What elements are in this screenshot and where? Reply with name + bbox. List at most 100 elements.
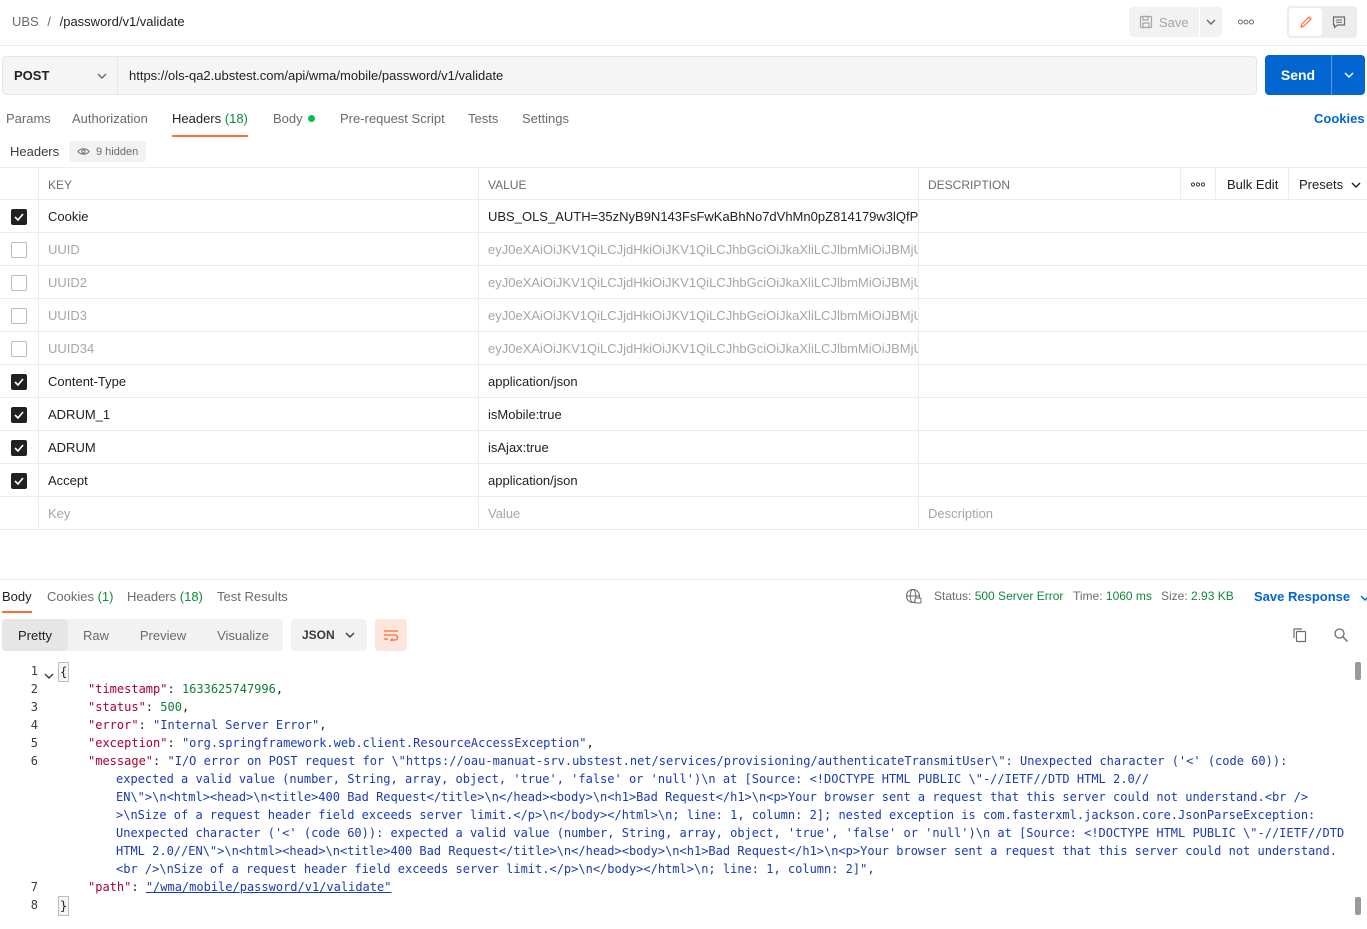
header-description-cell[interactable] bbox=[919, 299, 1367, 332]
save-dropdown-button[interactable] bbox=[1200, 7, 1222, 37]
response-tab-cookies[interactable]: Cookies (1) bbox=[47, 589, 113, 604]
header-value-cell[interactable]: eyJ0eXAiOiJKV1QiLCJjdHkiOiJKV1QiLCJhbGci… bbox=[479, 233, 919, 266]
json-key: "path" bbox=[88, 880, 132, 894]
header-value-cell[interactable]: isMobile:true bbox=[479, 398, 919, 431]
edit-mode-button[interactable] bbox=[1289, 8, 1322, 36]
bulk-edit-button[interactable]: Bulk Edit bbox=[1216, 168, 1289, 201]
header-enabled-checkbox[interactable] bbox=[11, 307, 27, 324]
header-enabled-checkbox[interactable] bbox=[11, 208, 27, 225]
send-button[interactable]: Send bbox=[1265, 55, 1331, 95]
header-enabled-checkbox[interactable] bbox=[11, 241, 27, 258]
header-key-cell[interactable]: Accept bbox=[39, 464, 479, 497]
view-mode-toggle bbox=[1287, 6, 1357, 38]
json-line-exception: "exception": "org.springframework.web.cl… bbox=[88, 736, 594, 750]
response-tab-headers[interactable]: Headers (18) bbox=[127, 589, 203, 604]
network-globe-icon[interactable] bbox=[905, 588, 922, 608]
header-key-cell[interactable]: ADRUM_1 bbox=[39, 398, 479, 431]
header-enabled-checkbox[interactable] bbox=[11, 406, 27, 423]
tab-tests[interactable]: Tests bbox=[468, 111, 498, 137]
header-enabled-checkbox[interactable] bbox=[11, 340, 27, 357]
header-key-cell[interactable]: UUID3 bbox=[39, 299, 479, 332]
header-description-cell[interactable] bbox=[919, 266, 1367, 299]
chevron-down-icon bbox=[1360, 595, 1367, 601]
url-input[interactable]: https://ols-qa2.ubstest.com/api/wma/mobi… bbox=[118, 56, 1257, 95]
header-description-cell[interactable] bbox=[919, 398, 1367, 431]
breadcrumb-workspace[interactable]: UBS bbox=[12, 14, 39, 29]
header-description-cell[interactable] bbox=[919, 233, 1367, 266]
view-visualize[interactable]: Visualize bbox=[206, 619, 280, 651]
save-response-button[interactable]: Save Response bbox=[1254, 589, 1367, 604]
json-message-continuation: EN\">\n<html><head>\n<title>400 Bad Requ… bbox=[116, 790, 1309, 804]
method-select[interactable]: POST bbox=[2, 56, 118, 95]
table-more-button[interactable] bbox=[1180, 168, 1216, 201]
header-key-cell[interactable]: UUID2 bbox=[39, 266, 479, 299]
wrap-lines-button[interactable] bbox=[375, 619, 407, 651]
json-number: 1633625747996 bbox=[181, 682, 276, 696]
fold-chevron-icon[interactable] bbox=[44, 667, 54, 685]
empty-checkbox-cell bbox=[0, 497, 39, 530]
header-value-cell[interactable]: eyJ0eXAiOiJKV1QiLCJjdHkiOiJKV1QiLCJhbGci… bbox=[479, 266, 919, 299]
header-description-cell[interactable] bbox=[919, 200, 1367, 233]
view-pretty[interactable]: Pretty bbox=[2, 619, 68, 651]
header-value-cell[interactable]: application/json bbox=[479, 365, 919, 398]
format-select[interactable]: JSON bbox=[291, 619, 367, 651]
editor-scrollbar-thumb-bottom[interactable] bbox=[1355, 897, 1361, 915]
chevron-down-icon bbox=[1344, 72, 1353, 78]
view-raw[interactable]: Raw bbox=[70, 619, 122, 651]
header-description-cell[interactable] bbox=[919, 365, 1367, 398]
header-value-cell[interactable]: isAjax:true bbox=[479, 431, 919, 464]
header-description-cell[interactable] bbox=[919, 431, 1367, 464]
header-key-cell[interactable]: ADRUM bbox=[39, 431, 479, 464]
presets-dropdown[interactable]: Presets bbox=[1289, 168, 1367, 201]
comments-button[interactable] bbox=[1323, 8, 1355, 36]
header-value-cell[interactable]: eyJ0eXAiOiJKV1QiLCJjdHkiOiJKV1QiLCJhbGci… bbox=[479, 299, 919, 332]
new-key-input[interactable]: Key bbox=[39, 497, 479, 530]
json-message-continuation: HTML 2.0//EN\">\n<html><head>\n<title>40… bbox=[116, 844, 1337, 858]
header-key-cell[interactable]: UUID34 bbox=[39, 332, 479, 365]
tab-authorization[interactable]: Authorization bbox=[72, 111, 148, 137]
header-checkbox-cell bbox=[0, 266, 39, 299]
tab-headers[interactable]: Headers (18) bbox=[172, 111, 248, 137]
json-open-brace: { bbox=[58, 662, 70, 682]
more-actions-button[interactable] bbox=[1232, 7, 1260, 37]
json-string-link[interactable]: "/wma/mobile/password/v1/validate" bbox=[146, 880, 392, 894]
response-tab-body[interactable]: Body bbox=[2, 589, 32, 613]
tab-params[interactable]: Params bbox=[6, 111, 51, 137]
header-enabled-checkbox[interactable] bbox=[11, 274, 27, 291]
search-icon[interactable] bbox=[1333, 627, 1349, 646]
size-value: 2.93 KB bbox=[1191, 589, 1234, 603]
json-message-continuation: <br />\nSize of a request header field e… bbox=[116, 862, 875, 876]
header-key-cell[interactable]: Cookie bbox=[39, 200, 479, 233]
cookies-link[interactable]: Cookies bbox=[1314, 111, 1365, 126]
header-description-cell[interactable] bbox=[919, 464, 1367, 497]
response-tab-test-results[interactable]: Test Results bbox=[217, 589, 288, 604]
header-key-cell[interactable]: Content-Type bbox=[39, 365, 479, 398]
header-row: UUID2 eyJ0eXAiOiJKV1QiLCJjdHkiOiJKV1QiLCJ… bbox=[0, 266, 1367, 299]
tab-prerequest-script[interactable]: Pre-request Script bbox=[340, 111, 445, 137]
save-button[interactable]: Save bbox=[1129, 7, 1199, 37]
tab-settings[interactable]: Settings bbox=[522, 111, 569, 137]
header-value-cell[interactable]: UBS_OLS_AUTH=35zNyB9N143FsFwKaBhNo7dVhMn… bbox=[479, 200, 919, 233]
tab-headers-label: Headers bbox=[172, 111, 222, 126]
header-value-cell[interactable]: application/json bbox=[479, 464, 919, 497]
json-string: "Internal Server Error" bbox=[153, 718, 320, 732]
header-description-cell[interactable] bbox=[919, 332, 1367, 365]
new-description-input[interactable]: Description bbox=[919, 497, 1367, 530]
header-checkbox-cell bbox=[0, 398, 39, 431]
header-checkbox-col bbox=[0, 168, 39, 201]
view-preview[interactable]: Preview bbox=[126, 619, 200, 651]
header-value-cell[interactable]: eyJ0eXAiOiJKV1QiLCJjdHkiOiJKV1QiLCJhbGci… bbox=[479, 332, 919, 365]
header-enabled-checkbox[interactable] bbox=[11, 472, 27, 489]
editor-scrollbar-thumb[interactable] bbox=[1355, 662, 1361, 680]
copy-icon[interactable] bbox=[1292, 627, 1308, 646]
header-enabled-checkbox[interactable] bbox=[11, 439, 27, 456]
header-enabled-checkbox[interactable] bbox=[11, 373, 27, 390]
new-value-input[interactable]: Value bbox=[479, 497, 919, 530]
header-key-cell[interactable]: UUID bbox=[39, 233, 479, 266]
response-tab-headers-label: Headers bbox=[127, 589, 177, 604]
send-dropdown-button[interactable] bbox=[1332, 55, 1365, 95]
breadcrumb-request-name[interactable]: /password/v1/validate bbox=[60, 14, 185, 29]
tab-body[interactable]: Body bbox=[273, 111, 315, 137]
hidden-headers-toggle[interactable]: 9 hidden bbox=[69, 141, 147, 162]
pencil-icon bbox=[1299, 16, 1312, 28]
